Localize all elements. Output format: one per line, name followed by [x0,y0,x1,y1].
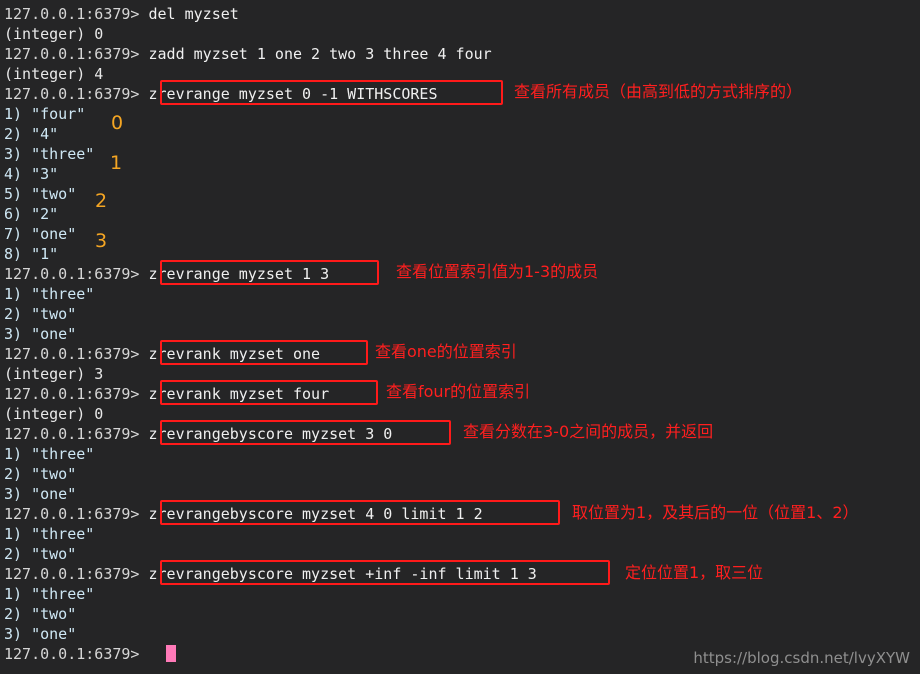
terminal-line: (integer) 3 [4,364,103,384]
command-text: del myzset [148,5,239,23]
terminal-line: 1) "three" [4,444,94,464]
terminal-line: 3) "three" [4,144,94,164]
result-text: 2) "two" [4,465,77,483]
result-text: 5) "two" [4,185,77,203]
result-text: (integer) 0 [4,25,104,43]
result-text: 1) "three" [4,285,95,303]
terminal-line: 8) "1" [4,244,58,264]
result-text: 2) "two" [4,305,77,323]
result-text: 1) "three" [4,525,95,543]
command-text: zadd myzset 1 one 2 two 3 three 4 four [148,45,492,63]
result-text: 3) "three" [4,145,95,163]
shell-prompt: 127.0.0.1:6379> [4,85,149,103]
terminal-line: 127.0.0.1:6379> zrevrange myzset 1 3 [4,264,329,284]
index-mark: 2 [95,190,108,212]
annotation-text: 查看位置索引值为1-3的成员 [396,262,599,281]
terminal-line: 127.0.0.1:6379> zrevrangebyscore myzset … [4,424,392,444]
terminal-line: (integer) 0 [4,404,103,424]
result-text: 3) "one" [4,485,77,503]
annotation-text: 查看分数在3-0之间的成员，并返回 [463,422,714,441]
result-text: 2) "two" [4,605,77,623]
terminal-line: 127.0.0.1:6379> zrevrank myzset one [4,344,320,364]
result-text: (integer) 4 [4,65,104,83]
result-text: 6) "2" [4,205,59,223]
shell-prompt: 127.0.0.1:6379> [4,645,149,663]
shell-prompt: 127.0.0.1:6379> [4,505,149,523]
terminal-line: 7) "one" [4,224,76,244]
terminal-line: 1) "three" [4,284,94,304]
annotation-text: 查看one的位置索引 [375,342,517,361]
result-text: (integer) 0 [4,405,104,423]
command-text: zrevrank myzset four [148,385,330,403]
result-text: 3) "one" [4,325,77,343]
terminal-line: 127.0.0.1:6379> zrevrank myzset four [4,384,329,404]
annotation-text: 定位位置1，取三位 [625,563,764,582]
terminal-line: 127.0.0.1:6379> zadd myzset 1 one 2 two … [4,44,492,64]
terminal-line: (integer) 4 [4,64,103,84]
result-text: (integer) 3 [4,365,104,383]
result-text: 2) "4" [4,125,59,143]
terminal-line: 3) "one" [4,324,76,344]
shell-prompt: 127.0.0.1:6379> [4,345,149,363]
shell-prompt: 127.0.0.1:6379> [4,565,149,583]
index-mark: 1 [110,152,123,174]
shell-prompt: 127.0.0.1:6379> [4,385,149,403]
result-text: 4) "3" [4,165,59,183]
terminal-line: 127.0.0.1:6379> del myzset [4,4,239,24]
terminal-line: 127.0.0.1:6379> [4,644,149,664]
shell-prompt: 127.0.0.1:6379> [4,265,149,283]
command-text: zrevrange myzset 1 3 [148,265,330,283]
shell-prompt: 127.0.0.1:6379> [4,5,149,23]
terminal-line: (integer) 0 [4,24,103,44]
annotation-text: 查看所有成员（由高到低的方式排序的） [514,82,803,101]
annotation-text: 查看four的位置索引 [386,382,531,401]
result-text: 1) "three" [4,585,95,603]
terminal-line: 3) "one" [4,624,76,644]
index-mark: 0 [111,112,124,134]
annotation-text: 取位置为1，及其后的一位（位置1、2） [572,503,859,522]
terminal-line: 127.0.0.1:6379> zrevrangebyscore myzset … [4,564,537,584]
result-text: 8) "1" [4,245,59,263]
shell-prompt: 127.0.0.1:6379> [4,425,149,443]
terminal-line: 3) "one" [4,484,76,504]
result-text: 3) "one" [4,625,77,643]
index-mark: 3 [95,230,108,252]
terminal-line: 6) "2" [4,204,58,224]
command-text: zrevrange myzset 0 -1 WITHSCORES [148,85,438,103]
terminal-line: 2) "two" [4,464,76,484]
terminal-line: 127.0.0.1:6379> zrevrangebyscore myzset … [4,504,483,524]
terminal-line: 1) "four" [4,104,85,124]
result-text: 2) "two" [4,545,77,563]
terminal-line: 2) "two" [4,544,76,564]
terminal-line: 5) "two" [4,184,76,204]
command-text: zrevrangebyscore myzset +inf -inf limit … [148,565,537,583]
watermark-text: https://blog.csdn.net/lvyXYW [693,649,910,667]
terminal-window[interactable]: 127.0.0.1:6379> del myzset (integer) 0 127… [0,0,920,674]
result-text: 1) "four" [4,105,86,123]
command-text: zrevrangebyscore myzset 4 0 limit 1 2 [148,505,483,523]
terminal-line: 4) "3" [4,164,58,184]
command-text: zrevrank myzset one [148,345,321,363]
text-cursor [166,645,176,662]
terminal-line: 1) "three" [4,524,94,544]
terminal-line: 127.0.0.1:6379> zrevrange myzset 0 -1 WI… [4,84,437,104]
shell-prompt: 127.0.0.1:6379> [4,45,149,63]
terminal-line: 2) "4" [4,124,58,144]
terminal-line: 2) "two" [4,604,76,624]
command-text: zrevrangebyscore myzset 3 0 [148,425,393,443]
terminal-line: 2) "two" [4,304,76,324]
terminal-line: 1) "three" [4,584,94,604]
result-text: 1) "three" [4,445,95,463]
result-text: 7) "one" [4,225,77,243]
